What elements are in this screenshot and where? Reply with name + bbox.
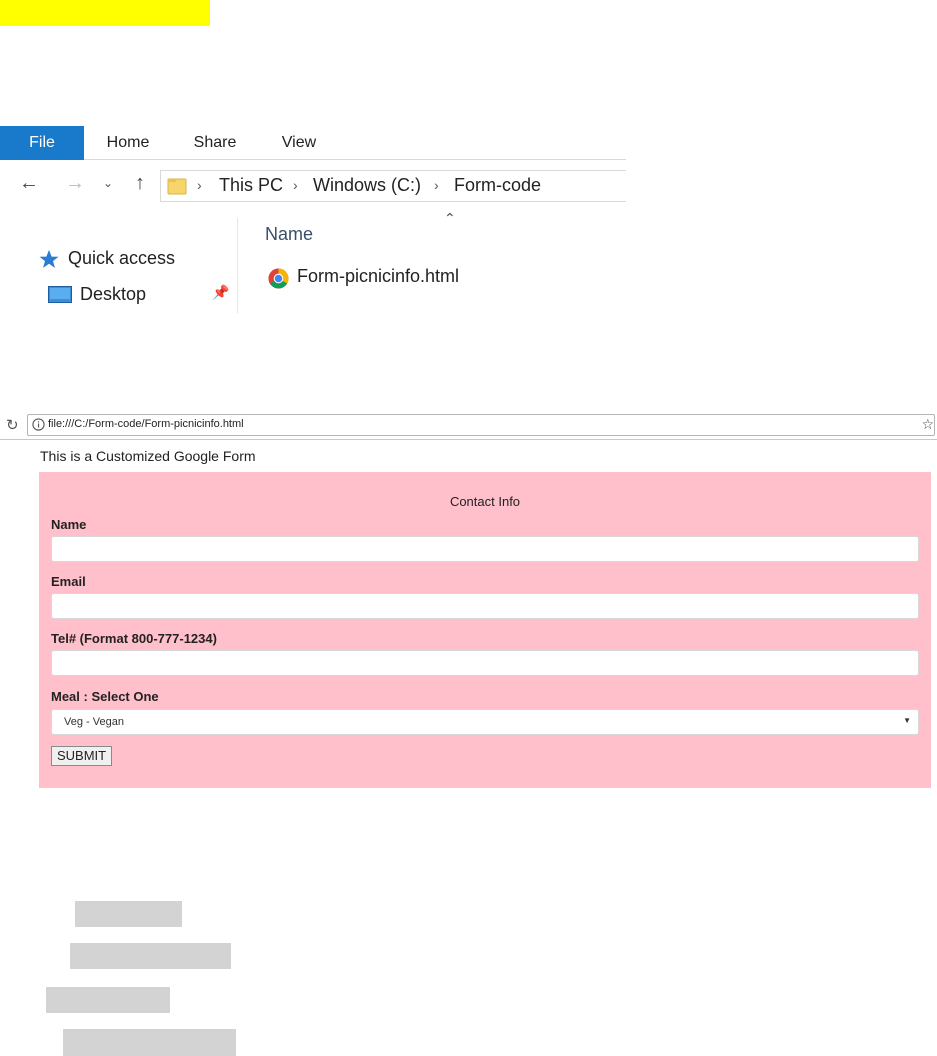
form-title: Contact Info — [449, 494, 521, 509]
breadcrumb-separator-icon: › — [293, 177, 298, 193]
meal-selected-value: Veg - Vegan — [64, 716, 124, 728]
recent-locations-chevron-icon[interactable]: ⌄ — [100, 171, 116, 195]
url-bar[interactable]: file:///C:/Form-code/Form-picnicinfo.htm… — [27, 414, 935, 436]
meal-select[interactable]: Veg - Vegan ▼ — [51, 709, 919, 735]
grey-highlight-bar — [75, 901, 182, 927]
desktop-icon — [48, 286, 72, 303]
file-name: Form-picnicinfo.html — [297, 266, 460, 286]
breadcrumb-windows-c[interactable]: Windows (C:) — [313, 175, 421, 196]
tab-home[interactable]: Home — [84, 126, 172, 160]
address-bar[interactable]: › This PC › Windows (C:) › Form-code — [160, 170, 626, 202]
breadcrumb-form-code[interactable]: Form-code — [454, 175, 541, 196]
nav-item-label: Quick access — [68, 248, 176, 268]
tab-share[interactable]: Share — [172, 126, 258, 160]
reload-icon[interactable]: ↻ — [6, 416, 19, 434]
name-input[interactable] — [51, 536, 919, 562]
name-label: Name — [51, 517, 87, 532]
contact-form: Contact Info Name Email Tel# (Format 800… — [39, 472, 931, 788]
breadcrumb-separator-icon: › — [434, 177, 439, 193]
breadcrumb-separator-icon: › — [197, 177, 202, 193]
dropdown-arrow-icon: ▼ — [903, 716, 911, 725]
browser-toolbar: ↻ file:///C:/Form-code/Form-picnicinfo.h… — [0, 413, 937, 440]
up-arrow-icon[interactable]: ↑ — [128, 171, 152, 195]
pin-icon[interactable]: 📌 — [212, 284, 229, 301]
info-icon[interactable] — [32, 418, 45, 431]
submit-button[interactable]: SUBMIT — [51, 746, 113, 766]
back-arrow-icon[interactable]: ← — [16, 171, 42, 195]
tab-view[interactable]: View — [258, 126, 340, 160]
grey-highlight-bar — [70, 943, 231, 969]
column-header-name[interactable]: Name — [265, 224, 313, 245]
page-heading: This is a Customized Google Form — [40, 448, 256, 464]
grey-highlight-bar — [46, 987, 170, 1013]
forward-arrow-icon[interactable]: → — [62, 171, 88, 195]
email-label: Email — [51, 574, 86, 589]
file-explorer-window: File Home Share View ← → ⌄ ↑ › This PC ›… — [0, 126, 626, 316]
tel-input[interactable] — [51, 650, 919, 676]
email-input[interactable] — [51, 593, 919, 619]
sort-ascending-icon: ⌃ — [444, 210, 456, 226]
ribbon-divider — [84, 159, 626, 160]
meal-label: Meal : Select One — [51, 689, 159, 704]
folder-icon — [167, 178, 187, 195]
chrome-icon — [268, 268, 289, 289]
nav-pane-divider — [237, 218, 238, 313]
star-icon — [39, 250, 59, 268]
url-text: file:///C:/Form-code/Form-picnicinfo.htm… — [48, 418, 244, 430]
grey-highlight-bar — [63, 1029, 236, 1056]
nav-item-label: Desktop — [80, 284, 147, 304]
breadcrumb-this-pc[interactable]: This PC — [219, 175, 283, 196]
tab-file[interactable]: File — [0, 126, 84, 160]
yellow-highlight-bar — [0, 0, 210, 26]
bookmark-star-icon[interactable]: ☆ — [921, 416, 934, 433]
tel-label: Tel# (Format 800-777-1234) — [51, 631, 217, 646]
